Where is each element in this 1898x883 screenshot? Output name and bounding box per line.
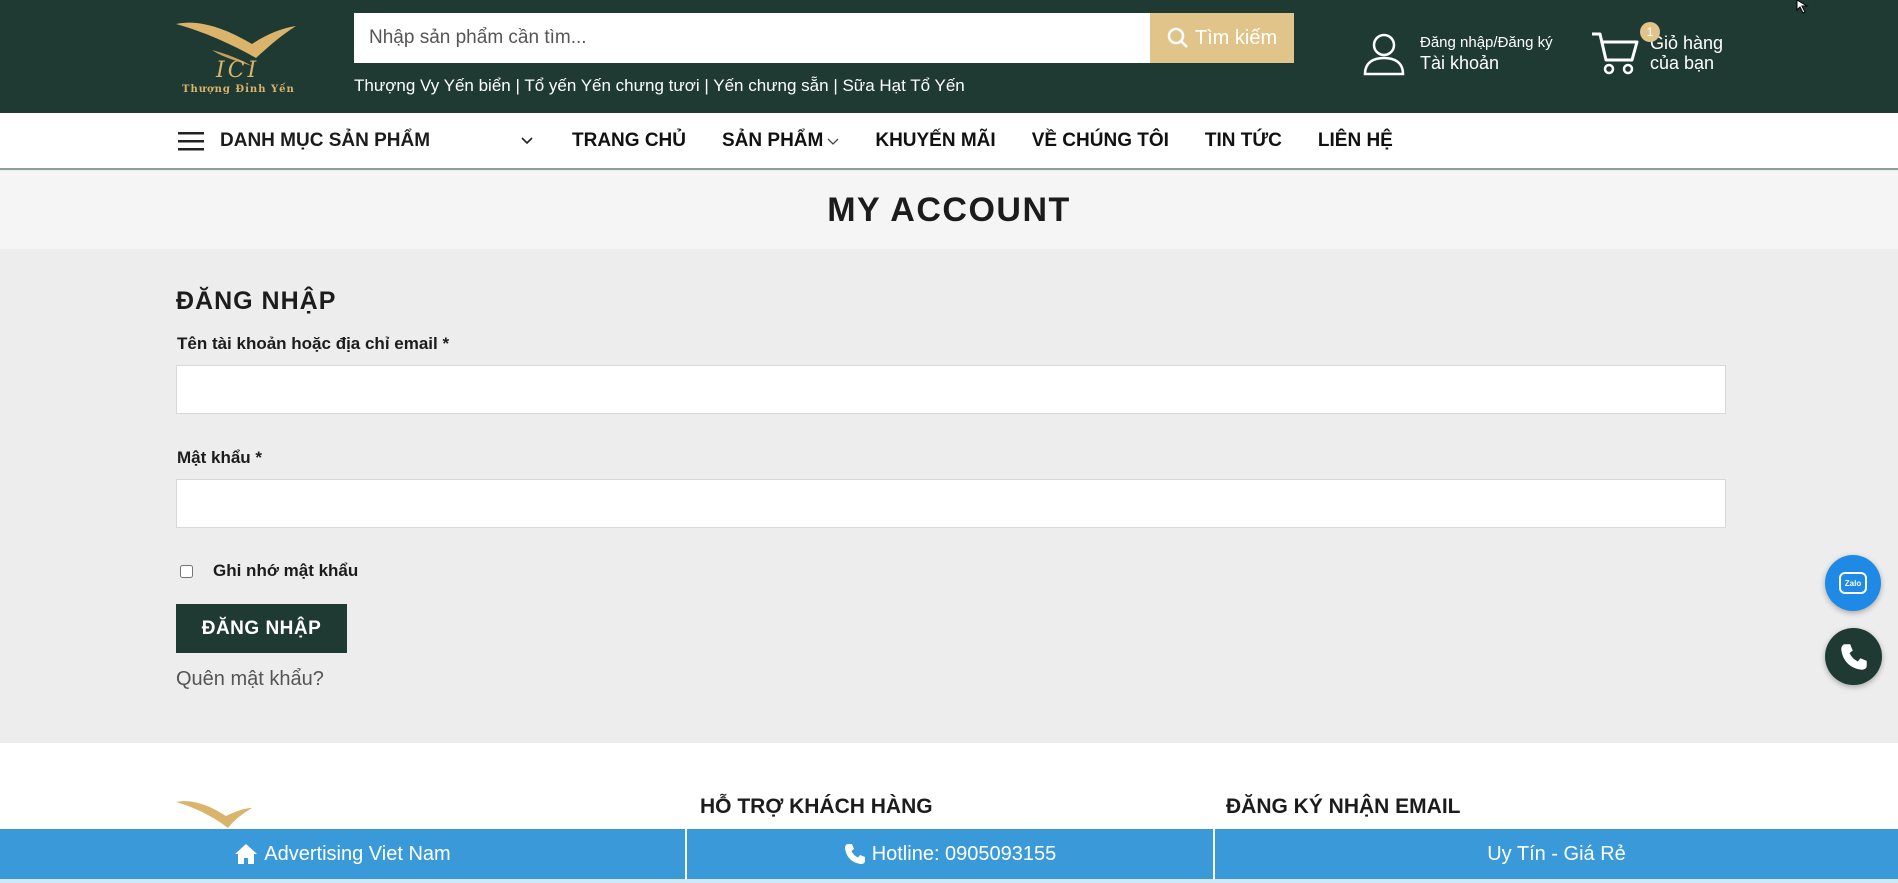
footer-logo <box>176 801 252 828</box>
account-link[interactable]: Đăng nhập/Đăng ký Tài khoản <box>1362 32 1553 76</box>
page-title: MY ACCOUNT <box>827 190 1071 229</box>
login-button[interactable]: ĐĂNG NHẬP <box>176 604 347 653</box>
login-heading: ĐĂNG NHẬP <box>176 287 337 315</box>
nav-menu: TRANG CHỦ SẢN PHẨM KHUYẾN MÃI VỀ CHÚNG T… <box>572 113 1393 168</box>
site-logo[interactable]: ICI Thượng Đỉnh Yến <box>172 14 300 100</box>
search-input[interactable] <box>354 13 1150 63</box>
nav-item-news[interactable]: TIN TỨC <box>1205 130 1282 152</box>
password-field[interactable] <box>176 479 1726 528</box>
remember-label: Ghi nhớ mật khẩu <box>213 561 359 580</box>
nav-item-products-label: SẢN PHẨM <box>722 129 824 151</box>
forgot-password-link[interactable]: Quên mật khẩu? <box>176 668 324 691</box>
nav-item-contact[interactable]: LIÊN HỆ <box>1318 130 1393 152</box>
account-line1: Đăng nhập/Đăng ký <box>1420 34 1553 51</box>
nav-item-promotions[interactable]: KHUYẾN MÃI <box>875 130 995 152</box>
bottom-strip <box>0 879 1898 883</box>
chevron-down-icon <box>827 138 839 145</box>
account-line2: Tài khoản <box>1420 53 1500 73</box>
bottom-bar-home-label: Advertising Viet Nam <box>264 842 451 865</box>
mouse-cursor-icon <box>1796 0 1809 14</box>
bottom-contact-bar: Advertising Viet Nam Hotline: 0905093155… <box>0 829 1898 879</box>
cart-icon <box>1592 32 1639 75</box>
bottom-bar-home[interactable]: Advertising Viet Nam <box>0 829 687 879</box>
cart-line2: của bạn <box>1650 53 1715 73</box>
bottom-bar-hotline-label: Hotline: 0905093155 <box>871 842 1057 865</box>
footer-newsletter-title: ĐĂNG KÝ NHẬN EMAIL <box>1226 795 1461 818</box>
search-bar: Tìm kiếm <box>354 13 1294 63</box>
zalo-icon-text: Zalo <box>1844 578 1862 588</box>
category-menu-toggle[interactable]: DANH MỤC SẢN PHẨM <box>178 113 533 168</box>
cart-line1: Giỏ hàng <box>1650 33 1724 53</box>
quick-link[interactable]: Yến chưng sẵn <box>713 76 828 95</box>
quick-link[interactable]: Tổ yến Yến chưng tươi <box>524 76 699 95</box>
remember-me: Ghi nhớ mật khẩu <box>180 561 358 581</box>
site-header: ICI Thượng Đỉnh Yến Tìm kiếm Thượng Vy Y… <box>0 0 1898 113</box>
category-menu-label: DANH MỤC SẢN PHẨM <box>220 129 431 151</box>
bottom-bar-tagline-label: Uy Tín - Giá Rẻ <box>1487 842 1626 865</box>
nav-item-products[interactable]: SẢN PHẨM <box>722 130 839 152</box>
logo-subtext: Thượng Đỉnh Yến <box>182 84 295 95</box>
remember-checkbox[interactable] <box>180 564 193 578</box>
bottom-bar-tagline[interactable]: Uy Tín - Giá Rẻ <box>1215 829 1898 879</box>
cart-count-badge: 1 <box>1640 22 1660 42</box>
logo-text: ICI <box>216 58 260 83</box>
bottom-bar-hotline[interactable]: Hotline: 0905093155 <box>687 829 1215 879</box>
user-icon <box>1363 33 1405 76</box>
footer-support-title: HỖ TRỢ KHÁCH HÀNG <box>700 795 933 818</box>
hamburger-icon <box>178 131 204 150</box>
nav-item-home[interactable]: TRANG CHỦ <box>572 130 686 152</box>
username-label: Tên tài khoản hoặc địa chỉ email * <box>177 334 450 353</box>
page-title-band: MY ACCOUNT <box>0 171 1898 249</box>
password-label: Mật khẩu * <box>177 448 263 467</box>
quick-links: Thượng Vy Yến biển | Tổ yến Yến chưng tư… <box>354 76 965 95</box>
zalo-chat-button[interactable]: Zalo <box>1825 555 1881 611</box>
chevron-down-icon <box>521 137 533 145</box>
search-icon <box>1167 27 1188 48</box>
quick-link[interactable]: Sữa Hạt Tổ Yến <box>842 76 964 95</box>
phone-icon <box>844 844 865 864</box>
zalo-icon: Zalo <box>1839 572 1867 594</box>
nav-item-about[interactable]: VỀ CHÚNG TÔI <box>1032 130 1169 152</box>
call-button[interactable] <box>1825 628 1882 685</box>
cart-link[interactable]: 1 Giỏ hàng của bạn <box>1590 22 1724 76</box>
phone-icon <box>1840 643 1867 670</box>
username-field[interactable] <box>176 365 1726 414</box>
search-button-label: Tìm kiếm <box>1194 26 1278 49</box>
main-nav: DANH MỤC SẢN PHẨM TRANG CHỦ SẢN PHẨM KHU… <box>0 113 1898 170</box>
home-icon <box>235 844 258 864</box>
search-button[interactable]: Tìm kiếm <box>1150 13 1294 63</box>
quick-link[interactable]: Thượng Vy Yến biển <box>354 76 511 95</box>
